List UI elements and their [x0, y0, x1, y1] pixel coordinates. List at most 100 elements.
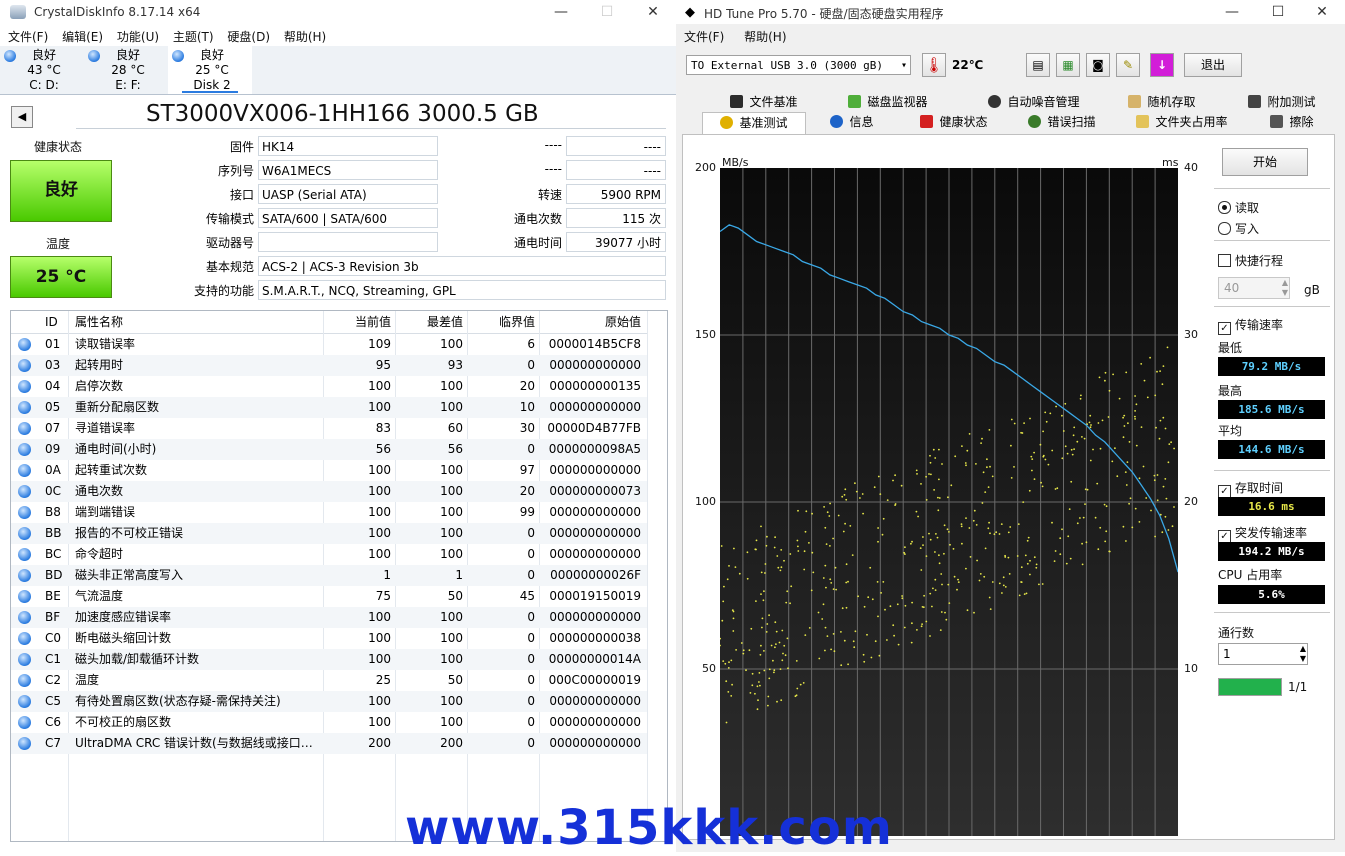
hdt-menu-help[interactable]: 帮助(H) [744, 28, 786, 45]
col-id-header[interactable]: ID [45, 311, 58, 332]
smart-attributes-table[interactable]: ID 属性名称 当前值 最差值 临界值 原始值 01 读取错误率 109 100 6 00… [10, 310, 668, 842]
maximize-icon[interactable]: ☐ [1255, 0, 1301, 24]
tab-disk-monitor[interactable]: 磁盘监视器 [836, 92, 940, 112]
quick-stroke-size-input[interactable]: 40 ▲ ▼ [1218, 277, 1290, 299]
col-worst-header[interactable]: 最差值 [401, 311, 463, 332]
save-download-icon[interactable]: ↓ [1150, 53, 1174, 77]
read-radio[interactable]: 读取 [1218, 199, 1259, 216]
table-row[interactable]: 03 起转用时 95 93 0 000000000000 [11, 355, 647, 376]
table-row[interactable]: C7 UltraDMA CRC 错误计数(与数据线或接口… 200 200 0 00000… [11, 733, 647, 754]
attr-id: 05 [45, 400, 61, 414]
access-time-point [991, 581, 994, 583]
access-time-point [808, 627, 811, 629]
attr-worst: 100 [440, 505, 463, 519]
spinner-arrows-icon[interactable]: ▲ ▼ [1300, 644, 1306, 664]
col-name-header[interactable]: 属性名称 [75, 311, 123, 332]
tab-error-scan[interactable]: 错误扫描 [1020, 112, 1104, 132]
access-time-point [808, 542, 810, 544]
table-row[interactable]: BB 报告的不可校正错误 100 100 0 000000000000 [11, 523, 647, 544]
access-time-point [988, 429, 991, 431]
access-time-point [1167, 529, 1170, 531]
table-row[interactable]: BE 气流温度 75 50 45 000019150019 [11, 586, 647, 607]
table-row[interactable]: C6 不可校正的扇区数 100 100 0 000000000000 [11, 712, 647, 733]
table-row[interactable]: 05 重新分配扇区数 100 100 10 000000000000 [11, 397, 647, 418]
radio-selected-icon [1218, 201, 1231, 214]
table-row[interactable]: C0 断电磁头缩回计数 100 100 0 000000000038 [11, 628, 647, 649]
access-time-point [1114, 447, 1116, 450]
table-row[interactable]: 07 寻道错误率 83 60 30 00000D4B77FB [11, 418, 647, 439]
camera-icon[interactable]: ◙ [1086, 53, 1110, 77]
access-time-point [1072, 434, 1075, 437]
access-time-point [772, 659, 774, 662]
write-radio[interactable]: 写入 [1218, 220, 1259, 237]
disk-tab-3[interactable]: 良好 25 °C Disk 2 [168, 46, 252, 94]
table-row[interactable]: BC 命令超时 100 100 0 000000000000 [11, 544, 647, 565]
start-button[interactable]: 开始 [1222, 148, 1308, 176]
col-current-header[interactable]: 当前值 [329, 311, 391, 332]
divider [1214, 188, 1330, 189]
tab-aam[interactable]: 自动噪音管理 [972, 92, 1096, 112]
close-icon[interactable]: ✕ [630, 0, 676, 24]
menu-function[interactable]: 功能(U) [117, 28, 159, 45]
menu-disk[interactable]: 硬盘(D) [227, 28, 270, 45]
table-row[interactable]: B8 端到端错误 100 100 99 000000000000 [11, 502, 647, 523]
table-row[interactable]: C5 有待处置扇区数(状态存疑-需保持关注) 100 100 0 000000000000 [11, 691, 647, 712]
passes-value: 1 [1223, 647, 1231, 661]
burst-rate-checkbox[interactable]: ✓ 突发传输速率 [1218, 524, 1307, 543]
access-time-point [1127, 422, 1129, 425]
minimize-icon[interactable]: — [538, 0, 584, 24]
minimize-icon[interactable]: — [1209, 0, 1255, 24]
disk-tab-1[interactable]: 良好 43 °C C: D: [0, 46, 84, 94]
tab-info[interactable]: 信息 [822, 112, 882, 132]
table-row[interactable]: BF 加速度感应错误率 100 100 0 000000000000 [11, 607, 647, 628]
table-row[interactable]: 0A 起转重试次数 100 100 97 000000000000 [11, 460, 647, 481]
copy-text-icon[interactable]: ▤ [1026, 53, 1050, 77]
table-row[interactable]: 0C 通电次数 100 100 20 000000000073 [11, 481, 647, 502]
access-time-point [941, 583, 943, 586]
maximize-icon[interactable]: ☐ [584, 0, 630, 24]
spinner-arrows-icon[interactable]: ▲ ▼ [1282, 278, 1288, 298]
tabs-row-bottom: 基准测试 信息 健康状态 错误扫描 文件夹占用率 擦除 [676, 112, 1345, 135]
menu-theme[interactable]: 主题(T) [173, 28, 214, 45]
copy-image-icon[interactable]: ▦ [1056, 53, 1080, 77]
access-time-point [1064, 402, 1067, 405]
tab-health[interactable]: 健康状态 [906, 112, 1002, 132]
quick-stroke-checkbox[interactable]: 快捷行程 [1218, 252, 1283, 269]
tab-benchmark[interactable]: 基准测试 [702, 112, 806, 135]
menu-help[interactable]: 帮助(H) [284, 28, 326, 45]
transfer-rate-checkbox[interactable]: ✓ 传输速率 [1218, 316, 1283, 335]
status-dot-icon [18, 653, 31, 666]
health-status-badge[interactable]: 良好 [10, 160, 112, 222]
drive-select[interactable]: TO External USB 3.0 (3000 gB) ▾ [686, 55, 911, 75]
access-time-point [1027, 536, 1030, 539]
close-icon[interactable]: ✕ [1299, 0, 1345, 24]
tab-erase[interactable]: 擦除 [1266, 112, 1318, 132]
access-time-point [732, 617, 735, 620]
attr-worst: 100 [440, 631, 463, 645]
table-row[interactable]: C1 磁头加载/卸载循环计数 100 100 0 00000000014A [11, 649, 647, 670]
attr-worst: 100 [440, 379, 463, 393]
disk-tab-2[interactable]: 良好 28 °C E: F: [84, 46, 168, 94]
tab-file-benchmark[interactable]: 文件基准 [712, 92, 816, 112]
access-time-checkbox[interactable]: ✓ 存取时间 [1218, 479, 1283, 498]
col-raw-header[interactable]: 原始值 [545, 311, 641, 332]
access-time-point [920, 625, 923, 628]
table-row[interactable]: 09 通电时间(小时) 56 56 0 0000000098A5 [11, 439, 647, 460]
menu-edit[interactable]: 编辑(E) [62, 28, 103, 45]
attr-name: 重新分配扇区数 [75, 400, 160, 414]
table-row[interactable]: C2 温度 25 50 0 000C00000019 [11, 670, 647, 691]
temperature-badge[interactable]: 25 °C [10, 256, 112, 298]
options-icon[interactable]: ✎ [1116, 53, 1140, 77]
tab-extra-tests[interactable]: 附加测试 [1236, 92, 1328, 112]
table-row[interactable]: 01 读取错误率 109 100 6 0000014B5CF8 [11, 334, 647, 355]
previous-disk-button[interactable]: ◀ [11, 106, 33, 128]
attr-worst: 100 [440, 463, 463, 477]
table-row[interactable]: 04 启停次数 100 100 20 000000000135 [11, 376, 647, 397]
table-scrollbar[interactable] [649, 311, 667, 839]
table-row[interactable]: BD 磁头非正常高度写入 1 1 0 00000000026F [11, 565, 647, 586]
access-time-point [759, 653, 762, 656]
menu-file[interactable]: 文件(F) [8, 28, 48, 45]
passes-input[interactable]: 1 ▲ ▼ [1218, 643, 1308, 665]
col-threshold-header[interactable]: 临界值 [473, 311, 535, 332]
attr-raw: 000019150019 [549, 589, 641, 603]
